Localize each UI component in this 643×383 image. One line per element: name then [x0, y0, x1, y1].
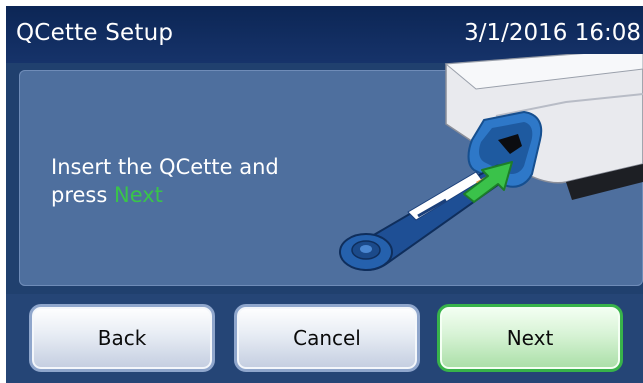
next-button-label: Next [506, 326, 554, 350]
date-time-display: 3/1/2016 16:08 [464, 20, 641, 46]
instruction-highlight: Next [113, 183, 163, 207]
instruction-text: Insert the QCette and press Next [51, 153, 341, 209]
screen-title: QCette Setup [16, 20, 174, 46]
back-button[interactable]: Back [29, 304, 215, 372]
back-button-label: Back [97, 326, 147, 350]
qcette-insert-illustration [339, 54, 643, 271]
cancel-button-label: Cancel [293, 326, 361, 350]
instruction-body: Insert the QCette and press [51, 155, 279, 207]
next-button[interactable]: Next [437, 304, 623, 372]
cancel-button[interactable]: Cancel [234, 304, 420, 372]
